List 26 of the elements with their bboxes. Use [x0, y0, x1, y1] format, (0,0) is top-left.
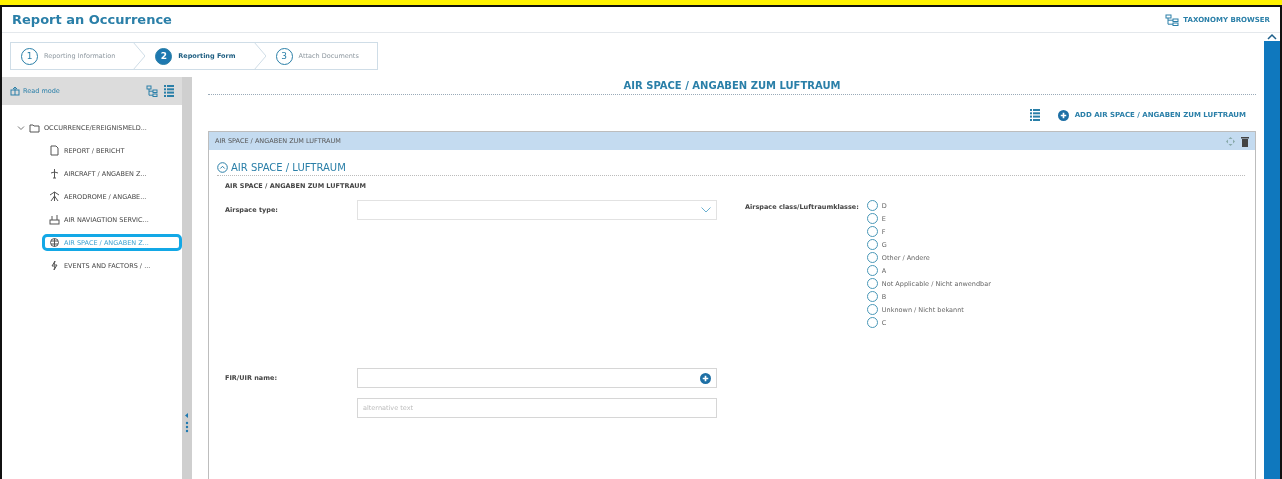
book-icon [10, 86, 20, 96]
document-icon [49, 145, 60, 156]
list-icon[interactable] [1029, 109, 1040, 121]
globe-icon [49, 237, 60, 248]
plus-icon [1057, 109, 1069, 121]
trash-icon[interactable] [1241, 135, 1249, 147]
equipment-icon [49, 214, 60, 225]
section-heading: AIR SPACE / ANGABEN ZUM LUFTRAUM [208, 77, 1256, 95]
folder-icon [29, 122, 40, 133]
list-icon[interactable] [164, 85, 174, 97]
lightning-icon [49, 260, 60, 271]
fir-name-field[interactable] [357, 368, 717, 388]
scrollbar[interactable] [1264, 33, 1280, 479]
collapse-icon [217, 162, 228, 173]
aircraft-icon [49, 168, 60, 179]
splitter-handle[interactable] [182, 77, 192, 479]
caret-icon [701, 207, 711, 213]
scroll-up-icon[interactable] [1267, 33, 1277, 41]
hierarchy-icon[interactable] [146, 85, 158, 97]
move-icon[interactable] [1226, 136, 1235, 146]
add-icon[interactable] [700, 372, 711, 384]
section-toggle[interactable]: AIR SPACE / LUFTRAUM [217, 162, 1245, 176]
tower-icon [49, 191, 60, 202]
page-title: Report an Occurrence [12, 12, 172, 27]
caret-icon [17, 123, 25, 132]
hierarchy-icon [1165, 13, 1180, 26]
